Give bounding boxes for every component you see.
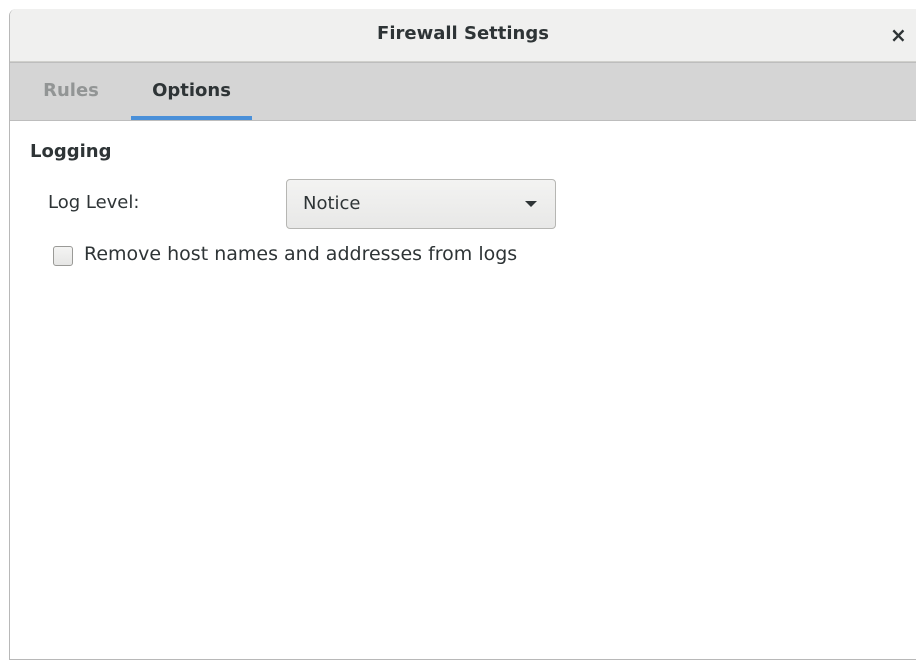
options-panel: Logging Log Level: Notice Remove host na… (10, 121, 916, 659)
log-level-label: Log Level: (48, 192, 140, 213)
tab-options[interactable]: Options (131, 63, 252, 120)
log-level-dropdown[interactable]: Notice (286, 179, 556, 229)
chevron-down-icon (525, 201, 537, 207)
log-level-value: Notice (303, 193, 361, 214)
firewall-settings-dialog: Firewall Settings × Rules Options Loggin… (9, 9, 916, 660)
remove-hosts-label: Remove host names and addresses from log… (84, 243, 518, 265)
remove-hosts-checkbox[interactable] (53, 246, 73, 266)
close-button[interactable]: × (890, 19, 916, 51)
title-bar: Firewall Settings × (10, 9, 916, 62)
tab-bar: Rules Options (10, 62, 916, 121)
logging-section-title: Logging (30, 141, 112, 162)
dialog-title: Firewall Settings (377, 23, 549, 44)
tab-rules[interactable]: Rules (24, 63, 118, 120)
